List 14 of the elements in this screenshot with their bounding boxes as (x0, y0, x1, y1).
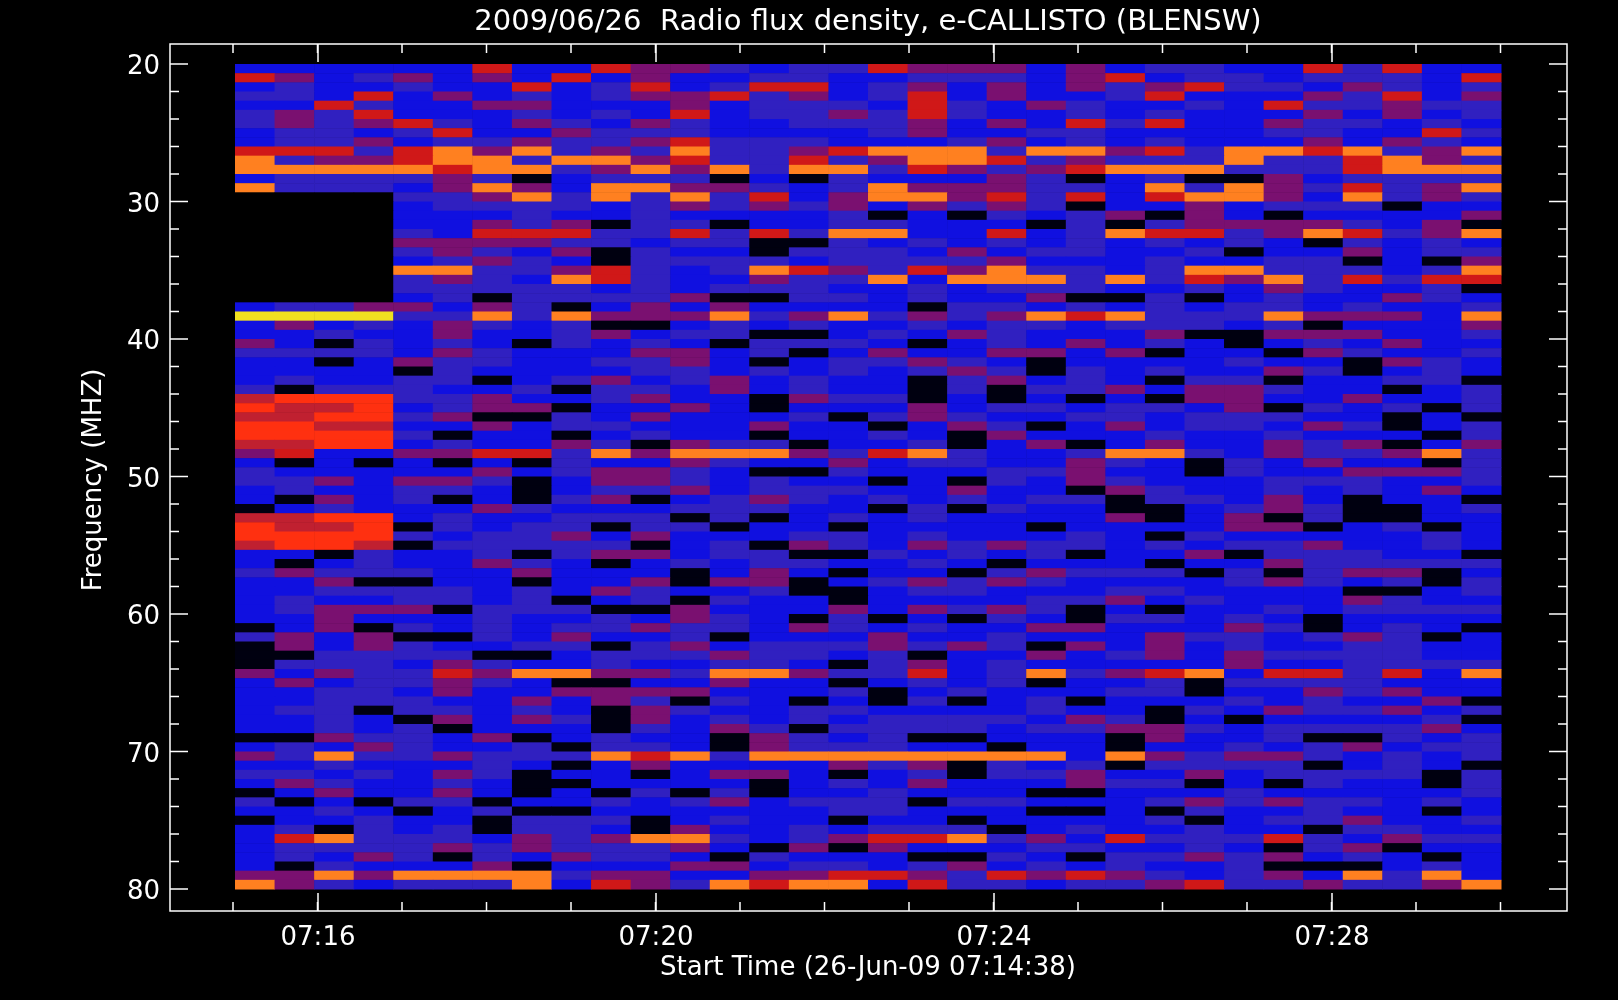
axis-tick-label: 07:28 (1294, 921, 1370, 951)
plot-title: 2009/06/26 Radio flux density, e-CALLISTO (BLENSW) (474, 3, 1262, 37)
axis-tick-label: 07:24 (956, 921, 1032, 951)
axis-tick-label: 07:20 (618, 921, 694, 951)
axis-tick-label: 60 (126, 600, 160, 630)
axis-tick-label: 80 (126, 875, 160, 905)
axis-tick-label: 50 (126, 462, 160, 493)
axis-tick-label: 20 (126, 50, 160, 80)
axis-label: Frequency (MHZ) (77, 368, 107, 592)
axis-tick-label: 30 (126, 187, 160, 218)
axis-tick-label: 07:16 (280, 921, 356, 951)
axis-tick-label: 70 (126, 737, 160, 768)
axis-tick-label: 40 (126, 325, 160, 355)
axis-label: Start Time (26-Jun-09 07:14:38) (660, 951, 1076, 981)
